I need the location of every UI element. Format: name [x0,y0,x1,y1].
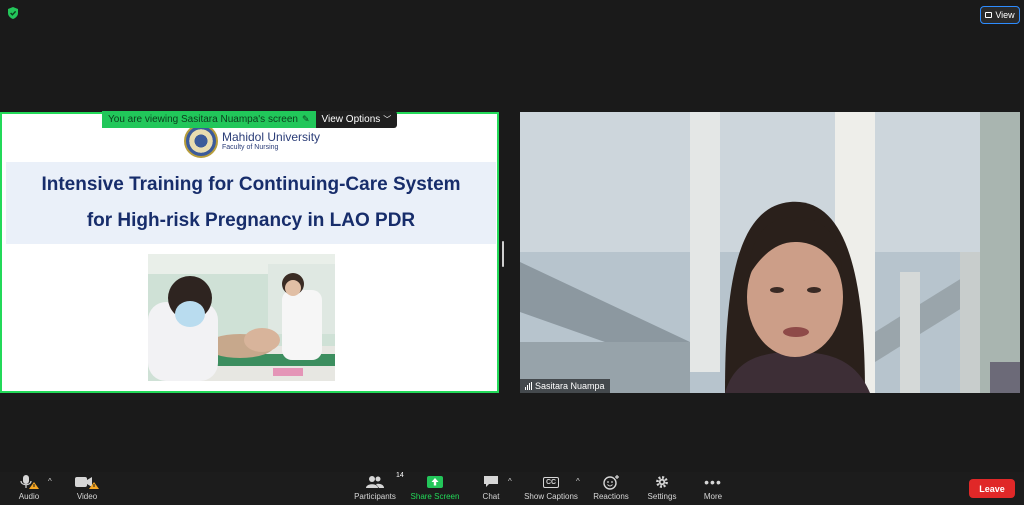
participant-video-feed [520,112,1020,393]
camera-warning-icon [75,477,99,489]
chat-label: Chat [482,492,500,501]
participant-name-tag: Sasitara Nuampa [520,379,610,393]
university-seal-icon [184,124,218,158]
audio-button[interactable]: Audio [14,472,44,505]
captions-options-caret[interactable]: ^ [576,477,580,486]
participants-label: Participants [354,492,396,501]
show-captions-button[interactable]: CC Show Captions [523,472,579,505]
view-button-label: View [995,10,1015,20]
chat-button[interactable]: Chat [480,472,502,505]
participant-video[interactable]: Sasitara Nuampa [520,112,1020,393]
view-button[interactable]: View [980,6,1020,24]
audio-options-caret[interactable]: ^ [48,477,52,486]
participants-icon [366,476,384,488]
view-options-button[interactable]: View Options ﹀ [315,111,398,128]
chat-options-caret[interactable]: ^ [508,477,512,486]
ellipsis-icon: ••• [704,474,722,490]
slide-title-line-1: Intensive Training for Continuing-Care S… [41,174,461,195]
video-button[interactable]: Video [72,472,102,505]
pin-icon: ✎ [301,114,310,124]
participant-name: Sasitara Nuampa [535,381,605,391]
show-captions-label: Show Captions [524,492,578,501]
share-screen-label: Share Screen [410,492,460,501]
reactions-label: Reactions [593,492,629,501]
chat-icon [484,476,498,487]
viewing-banner-label: You are viewing Sasitara Nuampa's screen [108,114,298,125]
chevron-down-icon: ﹀ [383,115,392,124]
slide-title-line-2: for High-risk Pregnancy in LAO PDR [86,210,416,231]
slide-logo: Mahidol University Faculty of Nursing [184,124,320,158]
captions-icon: CC [542,476,560,488]
video-label: Video [76,492,98,501]
microphone-warning-icon [20,475,39,489]
logo-faculty: Faculty of Nursing [222,143,279,151]
shared-screen[interactable]: Mahidol University Faculty of Nursing In… [0,112,499,393]
gear-icon [656,476,668,488]
share-screen-icon [427,476,443,488]
view-grid-icon [985,12,993,18]
viewing-banner-text: You are viewing Sasitara Nuampa's screen… [102,111,316,128]
more-button[interactable]: ••• More [700,472,726,505]
audio-label: Audio [18,492,40,501]
encryption-shield-icon[interactable] [6,6,20,20]
more-label: More [703,492,723,501]
reactions-smiley-icon [603,475,619,490]
share-screen-button[interactable]: Share Screen [410,472,460,505]
logo-university: Mahidol University [222,130,321,145]
viewing-banner: You are viewing Sasitara Nuampa's screen… [102,111,398,128]
participants-button[interactable]: 14 Participants [352,472,404,505]
settings-button[interactable]: Settings [646,472,678,505]
slide-title: Intensive Training for Continuing-Care S… [6,162,496,244]
view-options-label: View Options [321,114,381,125]
meeting-toolbar: Audio ^ Video 14 Participants Share Scre… [0,472,1024,505]
resize-handle[interactable] [502,241,504,267]
participants-count: 14 [396,472,404,479]
slide-photo [148,254,335,381]
signal-strength-icon [525,382,532,390]
settings-label: Settings [647,492,677,501]
reactions-button[interactable]: Reactions [592,472,630,505]
leave-button[interactable]: Leave [969,479,1015,498]
